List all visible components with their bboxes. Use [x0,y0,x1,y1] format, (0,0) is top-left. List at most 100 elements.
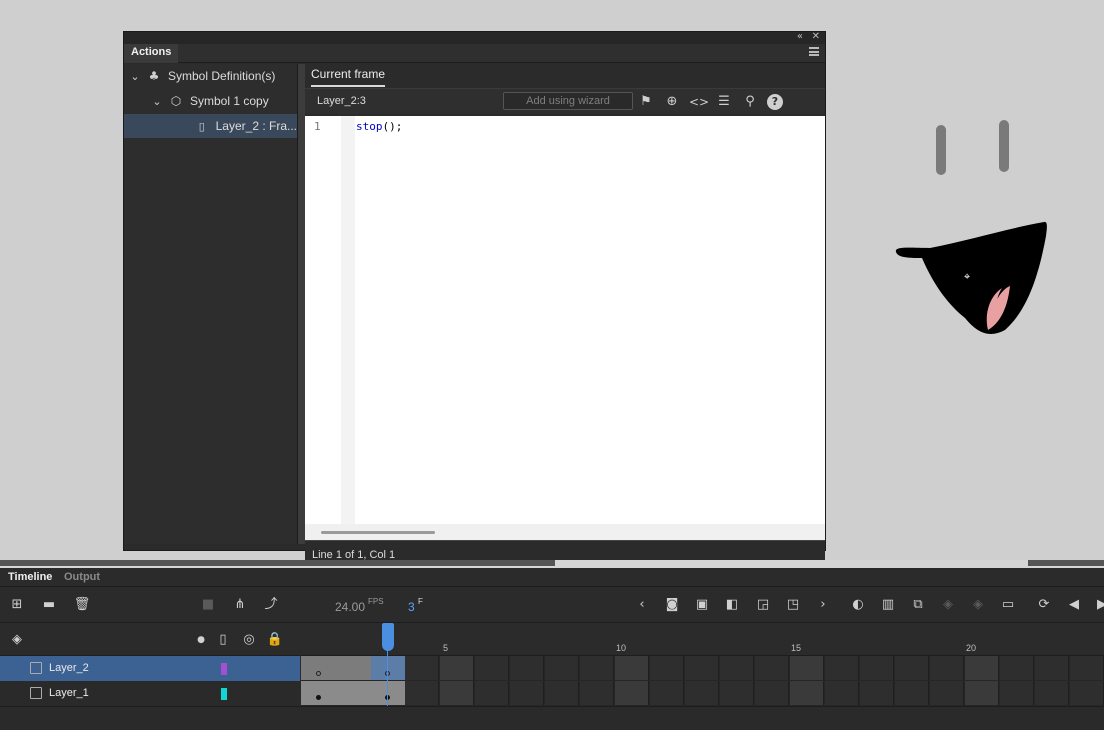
visibility-icon[interactable]: ◎ [240,631,258,649]
frame-cell[interactable] [790,656,824,680]
frame-cell[interactable] [685,681,719,705]
frame-cell[interactable] [825,681,859,705]
fit-frames-icon[interactable]: ▭ [998,596,1018,614]
swap-icon[interactable]: ⧉ [908,596,928,614]
chevron-down-icon[interactable]: ⌄ [128,70,142,83]
frame-cell[interactable] [615,656,649,680]
frame-cell[interactable] [860,656,894,680]
frame-cell[interactable] [580,656,614,680]
frame-cell[interactable] [650,681,684,705]
graph-icon[interactable]: ⤴ [261,596,281,614]
frame-cell[interactable] [405,681,439,705]
frame-cell[interactable] [440,656,474,680]
tab-current-frame[interactable]: Current frame [311,67,386,87]
frame-cell[interactable] [1035,656,1069,680]
frame-cell[interactable] [545,656,579,680]
tab-output[interactable]: Output [64,571,100,583]
frame-cell[interactable] [580,681,614,705]
tab-timeline[interactable]: Timeline [8,571,52,583]
layers-icon[interactable]: ◈ [8,631,26,649]
tab-actions[interactable]: Actions [124,44,179,63]
highlight-dot-icon[interactable]: ● [192,631,210,649]
onion-skin-icon[interactable]: ◐ [848,596,868,614]
keyframe-span[interactable] [301,681,405,705]
frame-row-layer-2[interactable] [301,656,1104,681]
outline-icon[interactable]: ▯ [214,631,232,649]
new-layer-icon[interactable]: ⊞ [7,596,27,614]
frame-cell[interactable] [720,681,754,705]
step-back-icon[interactable]: ◀ [1064,596,1084,614]
frame-cell[interactable] [545,681,579,705]
edit-multiple-frames-icon[interactable]: ▥ [878,596,898,614]
new-folder-icon[interactable]: ▬ [39,596,59,614]
frame-cell[interactable] [1000,656,1034,680]
frame-cell[interactable] [895,681,929,705]
playhead-handle[interactable] [382,623,394,651]
close-icon[interactable]: ✕ [812,31,820,42]
frame-cell[interactable] [510,681,544,705]
frame-cell[interactable] [1070,656,1104,680]
layer-row-layer-2[interactable]: Layer_2 [0,656,300,681]
frame-cell[interactable] [755,681,789,705]
insert-blank-keyframe-icon[interactable]: ▣ [692,596,712,614]
stage-scrollbar[interactable] [0,560,1104,568]
previous-keyframe-icon[interactable]: ‹ [632,596,652,614]
frame-cell[interactable] [615,681,649,705]
layer-color-swatch[interactable] [221,663,227,675]
next-keyframe-icon[interactable]: › [813,596,833,614]
frame-cell[interactable] [965,656,999,680]
lock-icon[interactable]: 🔒 [266,631,284,649]
loop-icon[interactable]: ⟳ [1034,596,1054,614]
frame-cell[interactable] [685,656,719,680]
frame-cell[interactable] [475,681,509,705]
frame-cell[interactable] [930,656,964,680]
tree-item-symbol-copy[interactable]: ⌄ ⬡ Symbol 1 copy [124,89,297,113]
help-icon[interactable]: ? [767,94,783,110]
frame-cell[interactable] [650,656,684,680]
scrollbar-thumb[interactable] [321,531,435,534]
delete-icon[interactable]: 🗑 [72,596,92,614]
remove-frame-icon[interactable]: ◳ [783,596,803,614]
frame-cell[interactable] [790,681,824,705]
insert-keyframe-icon[interactable]: ◙ [662,596,682,614]
camera-icon[interactable]: ■ [198,596,218,614]
code-line[interactable]: stop(); [356,120,402,133]
panel-titlebar[interactable]: « ✕ [124,31,825,44]
frame-cell[interactable] [720,656,754,680]
format-code-icon[interactable]: ☰ [715,93,733,111]
frame-row-layer-1[interactable] [301,681,1104,706]
tree-item-symbol-definitions[interactable]: ⌄ ♣ Symbol Definition(s) [124,64,297,88]
frame-cell[interactable] [930,681,964,705]
layer-color-swatch[interactable] [221,688,227,700]
code-snippets-icon[interactable]: <> [689,93,709,111]
frame-cell[interactable] [475,656,509,680]
frame-cell[interactable] [825,656,859,680]
frame-cell[interactable] [860,681,894,705]
layer-row-layer-1[interactable]: Layer_1 [0,681,300,706]
horizontal-scrollbar[interactable] [305,524,825,540]
code-editor[interactable]: 1 stop(); [305,116,825,540]
insert-frame-icon[interactable]: ◧ [722,596,742,614]
frame-cell[interactable] [895,656,929,680]
scrollbar-track-right[interactable] [1028,560,1104,566]
panel-menu-icon[interactable] [809,47,819,56]
layer-name[interactable]: Layer_1 [49,687,89,699]
panel-splitter[interactable] [298,64,305,544]
frame-cell[interactable] [755,656,789,680]
frame-cell[interactable] [440,681,474,705]
fps-value[interactable]: 24.00 [335,600,365,614]
layer-name[interactable]: Layer_2 [49,662,89,674]
pin-script-icon[interactable]: ⚑ [637,93,655,111]
frame-cell[interactable] [965,681,999,705]
current-frame-cell[interactable] [371,656,405,680]
chevron-down-icon[interactable]: ⌄ [150,95,164,108]
frame-cell[interactable] [1070,681,1104,705]
frame-cell[interactable] [510,656,544,680]
add-using-wizard-button[interactable]: Add using wizard [503,92,633,110]
find-icon[interactable]: ⚲ [741,93,759,111]
insert-target-path-icon[interactable]: ⊕ [663,93,681,111]
frame-cell[interactable] [405,656,439,680]
parenting-icon[interactable]: ⋔ [230,596,250,614]
double-chevron-left-icon[interactable]: « [797,31,803,42]
frame-cell[interactable] [1000,681,1034,705]
